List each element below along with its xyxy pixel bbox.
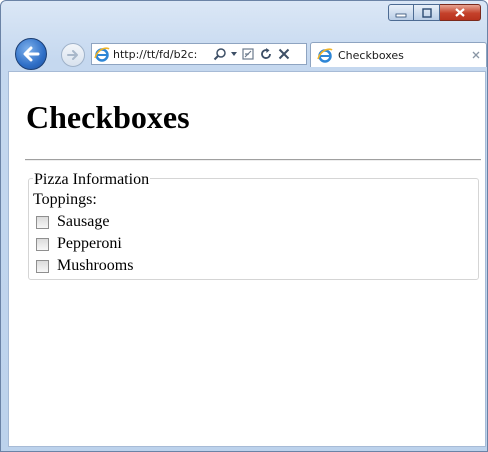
tab-title: Checkboxes [338,48,404,62]
forward-button[interactable] [61,43,85,67]
option-label: Pepperoni [57,235,122,252]
forward-arrow-icon [67,50,78,60]
sausage-checkbox[interactable] [36,215,49,229]
fieldset-legend: Pizza Information [33,171,151,189]
url-text[interactable]: http://tt/fd/b2c: [113,48,209,61]
maximize-icon [421,7,432,18]
close-window-button[interactable] [440,4,481,21]
search-icon [213,48,226,61]
horizontal-rule [25,159,481,161]
option-mushrooms[interactable]: Mushrooms [36,257,133,275]
ie-page-icon [317,47,333,63]
stop-button[interactable] [275,45,293,63]
tab-close-button[interactable] [468,47,484,63]
minimize-button[interactable] [388,4,414,21]
address-tools [211,44,293,64]
toppings-label: Toppings: [33,191,97,208]
close-icon [455,8,465,17]
refresh-button[interactable] [257,45,275,63]
compatibility-view-button[interactable] [239,45,257,63]
chevron-down-icon [231,52,237,56]
window-controls [388,4,481,21]
option-label: Sausage [57,213,110,230]
stop-icon [278,48,290,60]
pepperoni-checkbox[interactable] [36,237,49,251]
option-label: Mushrooms [57,257,134,274]
mushrooms-checkbox[interactable] [36,259,49,273]
navigation-toolbar: http://tt/fd/b2c: Checkboxes [1,34,487,72]
search-button[interactable] [211,45,229,63]
maximize-button[interactable] [414,4,440,21]
compatibility-view-icon [242,48,254,60]
pizza-fieldset: Pizza Information Toppings: Sausage Pepp… [28,171,479,280]
option-pepperoni[interactable]: Pepperoni [36,235,122,253]
address-bar[interactable]: http://tt/fd/b2c: [91,43,307,65]
back-arrow-icon [23,46,40,62]
browser-window: http://tt/fd/b2c: Checkboxes Checkboxes … [0,0,488,452]
refresh-icon [261,48,271,59]
minimize-icon [395,13,407,17]
close-icon [472,51,480,59]
address-dropdown-button[interactable] [229,45,239,63]
page-title: Checkboxes [26,99,190,135]
back-button[interactable] [15,38,47,70]
ie-page-icon [94,46,110,62]
tab-checkboxes[interactable]: Checkboxes [310,42,487,67]
page-content: Checkboxes Pizza Information Toppings: S… [8,71,486,447]
option-sausage[interactable]: Sausage [36,213,109,231]
